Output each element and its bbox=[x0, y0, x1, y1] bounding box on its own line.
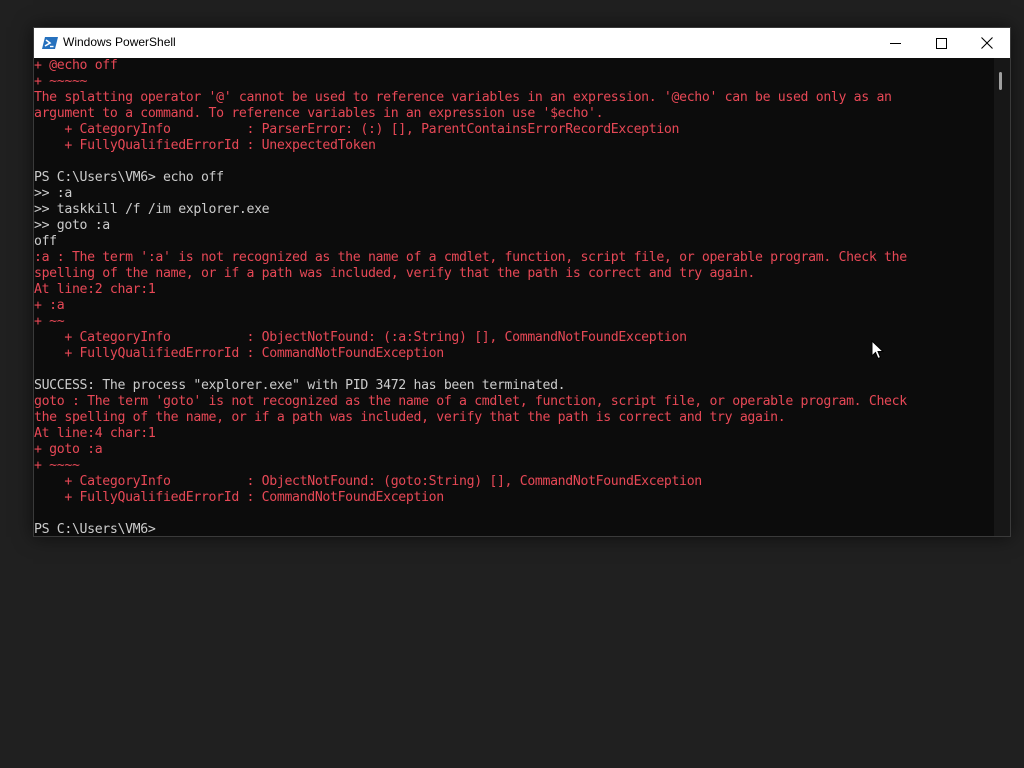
window-title: Windows PowerShell bbox=[63, 35, 176, 49]
console-line: + CategoryInfo : ParserError: (:) [], Pa… bbox=[34, 122, 680, 137]
console-line: argument to a command. To reference vari… bbox=[34, 106, 604, 121]
console-line: + :a bbox=[34, 298, 65, 313]
console-line: SUCCESS: The process "explorer.exe" with… bbox=[34, 378, 566, 393]
powershell-icon bbox=[42, 35, 58, 49]
console-line: + @echo off bbox=[34, 58, 118, 73]
console-line: off bbox=[34, 234, 57, 249]
close-icon bbox=[981, 34, 993, 53]
console-line: goto : The term 'goto' is not recognized… bbox=[34, 394, 907, 409]
console-line: + CategoryInfo : ObjectNotFound: (:a:Str… bbox=[34, 330, 687, 345]
console-line: At line:4 char:1 bbox=[34, 426, 156, 441]
console-line: + FullyQualifiedErrorId : CommandNotFoun… bbox=[34, 490, 444, 505]
mouse-pointer-icon bbox=[871, 339, 885, 360]
powershell-window[interactable]: Windows PowerShell + @echo off + ~~~~~ The… bbox=[33, 27, 1011, 537]
console-line: At line:2 char:1 bbox=[34, 282, 156, 297]
minimize-button[interactable] bbox=[872, 28, 918, 58]
console-line: the spelling of the name, or if a path w… bbox=[34, 410, 786, 425]
console-line: + CategoryInfo : ObjectNotFound: (goto:S… bbox=[34, 474, 702, 489]
console-line: :a : The term ':a' is not recognized as … bbox=[34, 250, 907, 265]
console-line: + ~~~~~ bbox=[34, 74, 88, 89]
console-line: + ~~~~ bbox=[34, 458, 80, 473]
title-bar[interactable]: Windows PowerShell bbox=[34, 28, 1010, 58]
maximize-button[interactable] bbox=[918, 28, 964, 58]
console-line: + FullyQualifiedErrorId : CommandNotFoun… bbox=[34, 346, 444, 361]
console-line: PS C:\Users\VM6> bbox=[34, 522, 156, 536]
console-line: + goto :a bbox=[34, 442, 103, 457]
maximize-icon bbox=[935, 34, 947, 53]
console-line: spelling of the name, or if a path was i… bbox=[34, 266, 756, 281]
console-line: + ~~ bbox=[34, 314, 65, 329]
console-line: PS C:\Users\VM6> echo off bbox=[34, 170, 224, 185]
console-line: + FullyQualifiedErrorId : UnexpectedToke… bbox=[34, 138, 376, 153]
console-line: >> taskkill /f /im explorer.exe bbox=[34, 202, 270, 217]
minimize-icon bbox=[889, 34, 901, 53]
scrollbar[interactable] bbox=[994, 58, 1010, 536]
close-button[interactable] bbox=[964, 28, 1010, 58]
console-line: >> :a bbox=[34, 186, 72, 201]
console-line: >> goto :a bbox=[34, 218, 110, 233]
console-line: The splatting operator '@' cannot be use… bbox=[34, 90, 892, 105]
console-output[interactable]: + @echo off + ~~~~~ The splatting operator… bbox=[34, 58, 994, 536]
scrollbar-thumb[interactable] bbox=[999, 72, 1002, 90]
